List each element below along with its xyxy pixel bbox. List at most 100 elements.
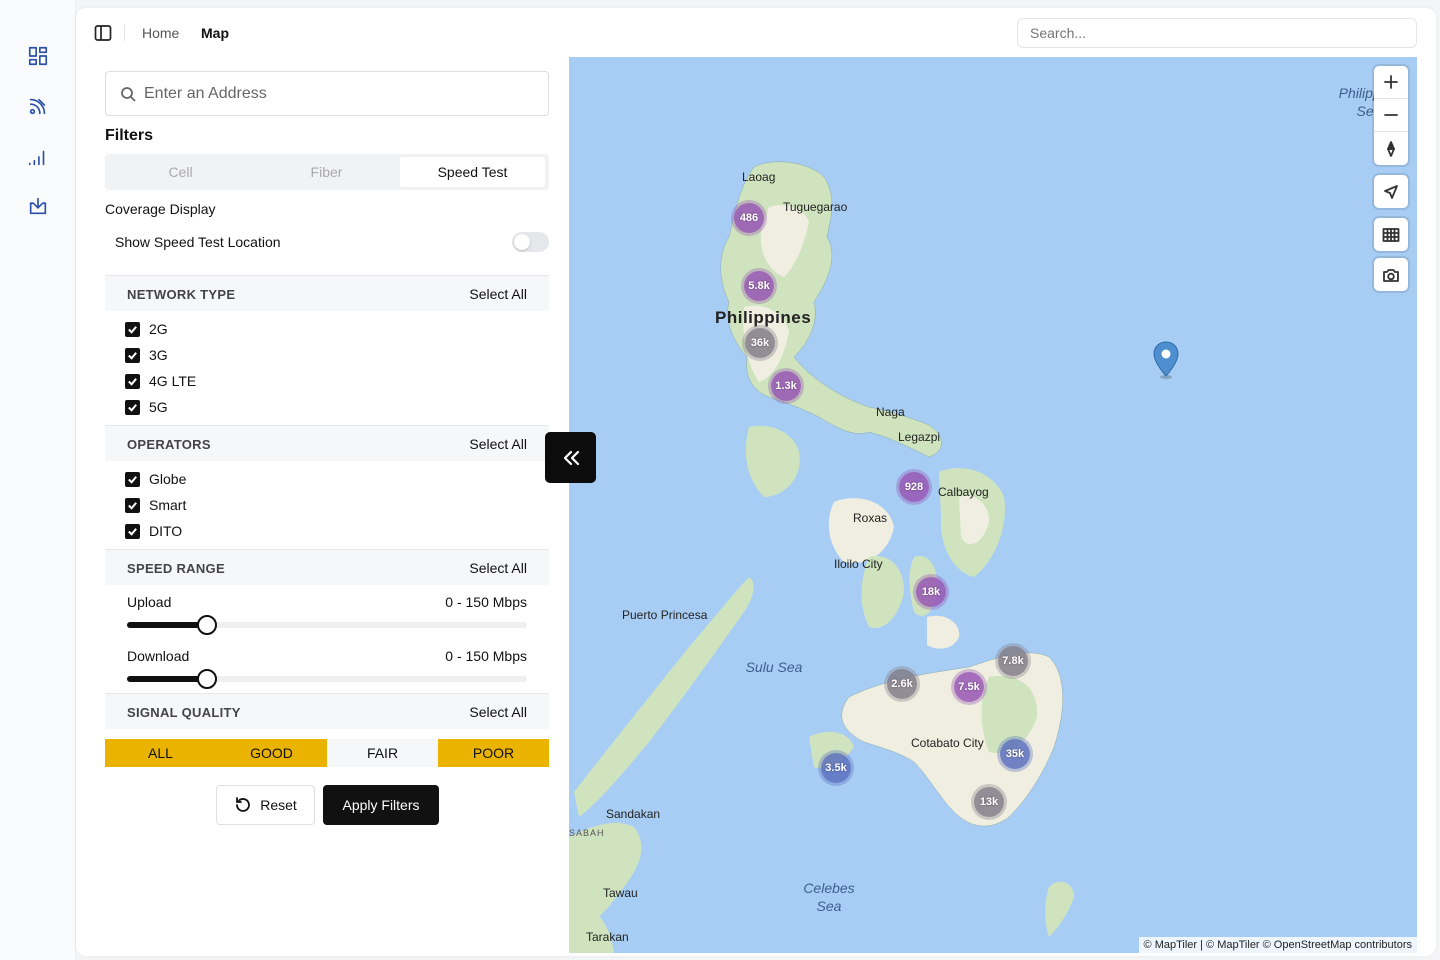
download-slider-fill <box>127 676 207 682</box>
cluster-marker[interactable]: 18k <box>916 577 946 607</box>
checkbox-label: 3G <box>149 347 168 363</box>
double-chevron-left-icon <box>563 450 579 465</box>
satellite-icon[interactable] <box>26 94 50 118</box>
upload-slider[interactable] <box>127 615 527 635</box>
upload-value: 0 - 150 Mbps <box>445 594 527 610</box>
sidebar-toggle-icon[interactable] <box>94 24 112 42</box>
network-type-title: NETWORK TYPE <box>127 287 236 302</box>
collapse-panel-button[interactable] <box>545 432 596 483</box>
header-search-input[interactable] <box>1017 18 1417 48</box>
operators-title: OPERATORS <box>127 437 211 452</box>
checkbox-globe[interactable]: Globe <box>125 470 186 488</box>
checkbox-label: Smart <box>149 497 187 513</box>
network-type-select-all[interactable]: Select All <box>469 286 527 302</box>
place-label: Laoag <box>742 170 776 184</box>
download-slider[interactable] <box>127 669 527 689</box>
cluster-marker[interactable]: 35k <box>1000 739 1030 769</box>
checkbox-5g[interactable]: 5G <box>125 398 168 416</box>
download-icon[interactable] <box>26 194 50 218</box>
download-slider-handle[interactable] <box>197 669 217 689</box>
place-label: Tuguegarao <box>783 200 848 214</box>
cluster-marker[interactable]: 7.8k <box>998 646 1028 676</box>
reset-icon <box>236 797 251 812</box>
cluster-marker[interactable]: 7.5k <box>954 672 984 702</box>
checkbox-2g[interactable]: 2G <box>125 320 168 338</box>
speed-range-select-all[interactable]: Select All <box>469 560 527 576</box>
cluster-marker[interactable]: 3.5k <box>821 753 851 783</box>
map-attribution: © MapTiler | © MapTiler © OpenStreetMap … <box>1138 937 1417 953</box>
camera-icon[interactable] <box>1374 258 1408 291</box>
checkbox-icon <box>125 523 140 539</box>
upload-slider-handle[interactable] <box>197 615 217 635</box>
tab-fiber[interactable]: Fiber <box>254 157 399 187</box>
map-view[interactable]: Philippines Philippine Sea Sulu Sea Cele… <box>569 57 1417 953</box>
cluster-marker[interactable]: 36k <box>745 328 775 358</box>
signal-fair-button[interactable]: FAIR <box>327 739 438 767</box>
address-search-field[interactable] <box>105 71 549 116</box>
checkbox-4g-lte[interactable]: 4G LTE <box>125 372 196 390</box>
apply-filters-button[interactable]: Apply Filters <box>323 785 439 825</box>
place-label: Naga <box>876 405 905 419</box>
geolocate-control <box>1374 175 1408 208</box>
signal-icon[interactable] <box>26 145 50 169</box>
checkbox-smart[interactable]: Smart <box>125 496 186 514</box>
speed-range-title: SPEED RANGE <box>127 561 225 576</box>
breadcrumb-current: Map <box>201 25 229 41</box>
signal-quality-options: ALL GOOD FAIR POOR <box>105 739 549 767</box>
place-label: Sandakan <box>606 807 661 821</box>
tab-speed-test[interactable]: Speed Test <box>400 157 545 187</box>
tab-cell[interactable]: Cell <box>108 157 253 187</box>
header-divider <box>124 25 125 41</box>
network-type-header: NETWORK TYPE Select All <box>105 275 549 311</box>
cluster-marker[interactable]: 5.8k <box>744 271 774 301</box>
zoom-out-icon[interactable] <box>1374 99 1408 132</box>
grid-icon[interactable] <box>1374 218 1408 251</box>
checkbox-icon <box>125 373 140 389</box>
checkbox-3g[interactable]: 3G <box>125 346 168 364</box>
signal-good-button[interactable]: GOOD <box>216 739 327 767</box>
country-label: Philippines <box>715 308 812 327</box>
cluster-marker[interactable]: 1.3k <box>771 371 801 401</box>
show-location-label: Show Speed Test Location <box>115 234 281 250</box>
dashboard-icon[interactable] <box>26 44 50 68</box>
header: Home Map <box>76 8 1436 58</box>
upload-slider-fill <box>127 622 207 628</box>
checkbox-dito[interactable]: DITO <box>125 522 182 540</box>
checkbox-icon <box>125 497 140 513</box>
signal-all-button[interactable]: ALL <box>105 739 216 767</box>
cluster-marker[interactable]: 13k <box>974 787 1004 817</box>
navigation-arrow-icon[interactable] <box>1374 175 1408 208</box>
place-label: Tawau <box>603 886 638 900</box>
region-label: SABAH <box>569 828 605 838</box>
cluster-marker[interactable]: 486 <box>734 203 764 233</box>
speed-range-header: SPEED RANGE Select All <box>105 549 549 585</box>
checkbox-label: Globe <box>149 471 187 487</box>
icon-rail <box>0 0 76 960</box>
download-label: Download <box>127 648 190 664</box>
signal-quality-header: SIGNAL QUALITY Select All <box>105 693 549 729</box>
address-input[interactable] <box>144 82 534 106</box>
filters-title: Filters <box>105 127 154 144</box>
cluster-marker[interactable]: 2.6k <box>887 669 917 699</box>
celebes-sea-label: Celebes Sea <box>803 880 855 914</box>
cluster-marker[interactable]: 928 <box>899 472 929 502</box>
search-icon <box>121 87 136 102</box>
zoom-controls <box>1374 66 1408 165</box>
reset-button[interactable]: Reset <box>216 785 315 825</box>
signal-poor-button[interactable]: POOR <box>438 739 549 767</box>
breadcrumb-home[interactable]: Home <box>142 25 179 41</box>
compass-icon[interactable] <box>1374 132 1408 165</box>
reset-label: Reset <box>260 797 297 813</box>
show-location-toggle[interactable] <box>512 232 549 252</box>
checkbox-label: 2G <box>149 321 168 337</box>
coverage-display-label: Coverage Display <box>105 201 216 217</box>
location-pin-icon[interactable] <box>1152 340 1180 380</box>
signal-quality-select-all[interactable]: Select All <box>469 704 527 720</box>
place-label: Tarakan <box>586 930 629 944</box>
operators-header: OPERATORS Select All <box>105 425 549 461</box>
operators-select-all[interactable]: Select All <box>469 436 527 452</box>
zoom-in-icon[interactable] <box>1374 66 1408 99</box>
checkbox-label: DITO <box>149 523 183 539</box>
place-label: Legazpi <box>898 430 941 444</box>
place-label: Iloilo City <box>834 557 883 571</box>
